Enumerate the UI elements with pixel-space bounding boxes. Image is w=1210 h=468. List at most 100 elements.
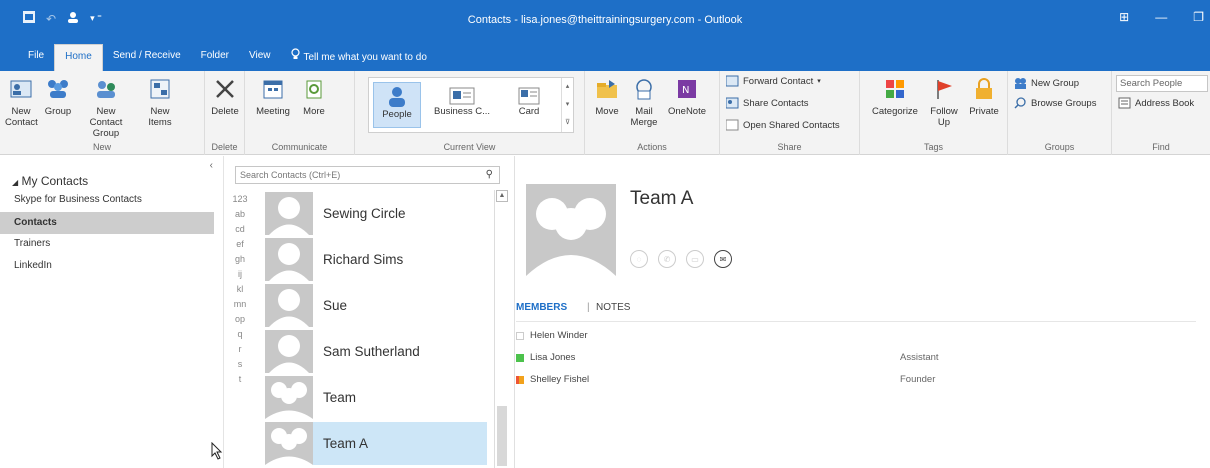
collapse-pane-icon[interactable]: ‹ (210, 160, 213, 171)
search-contacts-input[interactable]: Search Contacts (Ctrl+E) ⚲ (235, 166, 500, 184)
scrollbar-thumb[interactable] (497, 406, 507, 466)
alpha-kl[interactable]: kl (231, 282, 249, 297)
folder-pane: ‹ ◢ My Contacts Skype for Business Conta… (0, 156, 224, 468)
tell-me-box[interactable]: Tell me what you want to do (281, 44, 437, 71)
group-label: Group (44, 106, 72, 117)
group-label-current-view: Current View (443, 142, 496, 152)
nav-item-linkedin[interactable]: LinkedIn (14, 260, 52, 271)
tab-send-receive[interactable]: Send / Receive (103, 44, 191, 71)
contact-card[interactable]: Team (265, 376, 487, 419)
forward-contact-button[interactable]: Forward Contact ▾ (725, 75, 821, 87)
contact-card[interactable]: Sewing Circle (265, 192, 487, 235)
tab-separator: | (587, 302, 590, 313)
ribbon-group-delete: Delete Delete (205, 71, 245, 155)
move-label: Move (595, 106, 619, 117)
restore-icon[interactable]: ❐ (1193, 10, 1204, 24)
alpha-r[interactable]: r (231, 342, 249, 357)
contact-name: Richard Sims (323, 252, 404, 267)
contact-actions: ◌ ✆ ▭ ✉ (630, 250, 732, 268)
alpha-ab[interactable]: ab (231, 207, 249, 222)
call-icon[interactable]: ✆ (658, 250, 676, 268)
address-book-button[interactable]: Address Book (1118, 97, 1194, 109)
move-button[interactable]: Move (589, 75, 625, 117)
alpha-cd[interactable]: cd (231, 222, 249, 237)
tab-notes[interactable]: NOTES (596, 302, 630, 313)
meeting-button[interactable]: Meeting (253, 75, 293, 117)
nav-item-trainers[interactable]: Trainers (14, 238, 50, 249)
ribbon-tabs: File Home Send / Receive Folder View Tel… (0, 44, 1210, 71)
chevron-down-icon: ▾ (817, 78, 821, 85)
view-gallery: People Business C... Card ▴ ▾ ⊽ (368, 77, 574, 133)
alpha-op[interactable]: op (231, 312, 249, 327)
group-label-find: Find (1152, 142, 1170, 152)
mail-merge-button[interactable]: Mail Merge (627, 75, 661, 128)
new-items-button[interactable]: New Items (140, 75, 180, 128)
minimize-icon[interactable]: — (1155, 10, 1167, 24)
categorize-button[interactable]: Categorize (868, 75, 922, 117)
alpha-q[interactable]: q (231, 327, 249, 342)
view-business-card[interactable]: Business C... (427, 82, 497, 117)
alpha-123[interactable]: 123 (231, 192, 249, 207)
tab-members[interactable]: MEMBERS (516, 302, 567, 313)
view-card[interactable]: Card (509, 82, 549, 117)
new-items-icon (146, 75, 174, 103)
im-icon[interactable]: ◌ (630, 250, 648, 268)
tab-view[interactable]: View (239, 44, 281, 71)
search-people-input[interactable]: Search People (1116, 75, 1208, 92)
contact-name: Team A (323, 436, 369, 451)
member-status-icon (516, 375, 524, 384)
alpha-gh[interactable]: gh (231, 252, 249, 267)
browse-groups-button[interactable]: Browse Groups (1014, 97, 1096, 109)
svg-text:N: N (682, 85, 689, 96)
contact-card-selected[interactable]: Team A (265, 422, 487, 465)
nav-item-skype-contacts[interactable]: Skype for Business Contacts (14, 194, 142, 205)
onenote-button[interactable]: N OneNote (665, 75, 709, 117)
member-row[interactable]: Shelley Fishel Founder (516, 374, 1196, 385)
share-contacts-label: Share Contacts (743, 97, 809, 109)
view-people[interactable]: People (373, 82, 421, 128)
video-icon[interactable]: ▭ (686, 250, 704, 268)
address-book-label: Address Book (1135, 97, 1195, 109)
group-button[interactable]: Group (42, 75, 74, 117)
mail-merge-label: Mail Merge (630, 106, 658, 128)
new-items-label: New Items (148, 106, 172, 128)
tab-home[interactable]: Home (54, 44, 103, 71)
ribbon-display-icon[interactable]: ⊞ (1119, 10, 1129, 24)
email-icon[interactable]: ✉ (714, 250, 732, 268)
card-icon (518, 87, 540, 105)
scroll-up-icon[interactable]: ▲ (496, 190, 508, 202)
open-shared-contacts-button[interactable]: Open Shared Contacts (725, 119, 840, 131)
my-contacts-header[interactable]: ◢ My Contacts (12, 174, 88, 188)
forward-contact-label: Forward Contact (743, 75, 814, 87)
follow-up-button[interactable]: Follow Up (926, 75, 962, 128)
member-role: Founder (900, 374, 936, 385)
search-icon[interactable]: ⚲ (486, 169, 493, 180)
alpha-ef[interactable]: ef (231, 237, 249, 252)
alpha-ij[interactable]: ij (231, 267, 249, 282)
list-scrollbar[interactable]: ▲ (494, 190, 508, 468)
private-button[interactable]: Private (964, 75, 1004, 117)
tab-folder[interactable]: Folder (191, 44, 239, 71)
alpha-t[interactable]: t (231, 372, 249, 387)
contact-card[interactable]: Sam Sutherland (265, 330, 487, 373)
new-contact-group-button[interactable]: New Contact Group (82, 75, 130, 139)
window-controls: ⊞ — ❐ (1119, 10, 1210, 24)
tab-file[interactable]: File (18, 44, 54, 71)
alpha-s[interactable]: s (231, 357, 249, 372)
search-contacts-placeholder: Search Contacts (Ctrl+E) (240, 170, 341, 180)
nav-item-contacts[interactable]: Contacts (0, 212, 214, 234)
alpha-mn[interactable]: mn (231, 297, 249, 312)
contact-name: Team (323, 390, 357, 405)
member-row[interactable]: Helen Winder (516, 330, 1196, 341)
share-contacts-button[interactable]: Share Contacts (725, 97, 809, 109)
delete-x-icon (211, 75, 239, 103)
new-group-button[interactable]: New Group (1014, 77, 1079, 89)
member-row[interactable]: Lisa Jones Assistant (516, 352, 1196, 363)
gallery-scroll[interactable]: ▴ ▾ ⊽ (561, 78, 573, 132)
delete-button[interactable]: Delete (209, 75, 241, 117)
contact-card[interactable]: Richard Sims (265, 238, 487, 281)
contact-card[interactable]: Sue (265, 284, 487, 327)
more-button[interactable]: More (299, 75, 329, 117)
new-contact-button[interactable]: New Contact (5, 75, 38, 128)
delete-label: Delete (211, 106, 239, 117)
